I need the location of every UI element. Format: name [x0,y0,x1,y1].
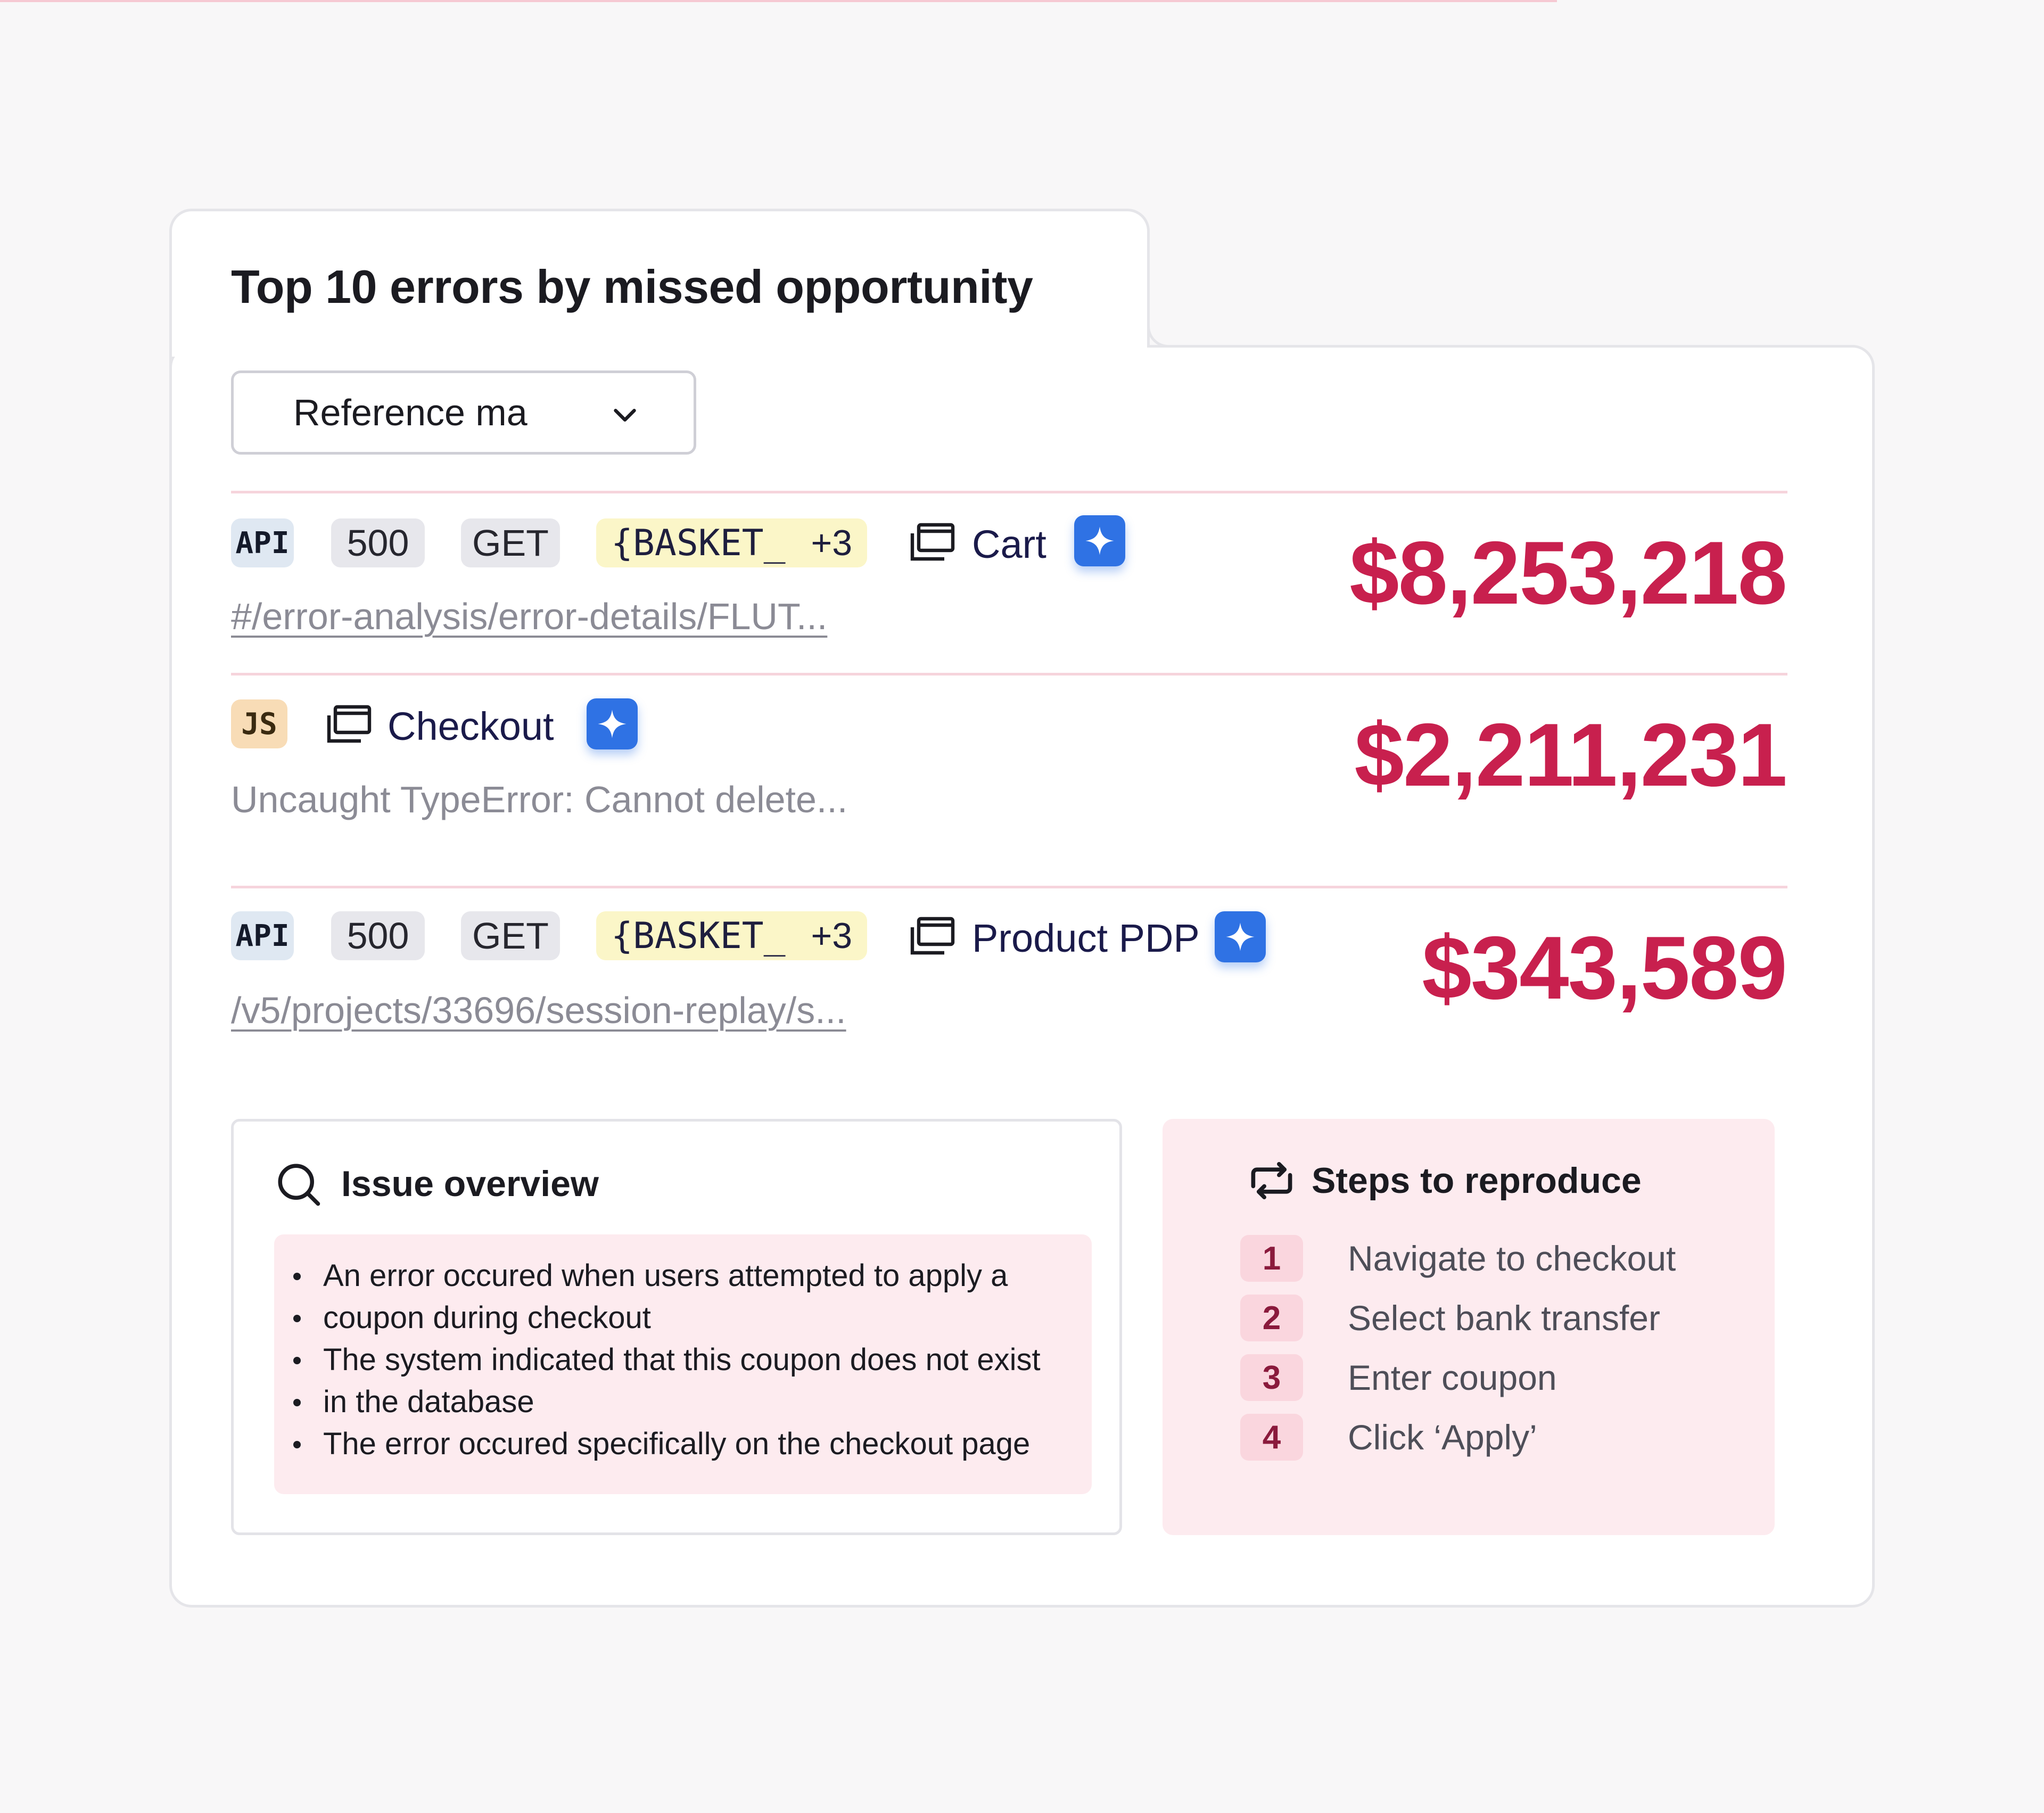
step-text: Enter coupon [1348,1358,1557,1397]
card-join [172,341,1147,357]
missed-opportunity-amount: $8,253,218 [1349,523,1787,623]
sparkle-icon [598,710,627,738]
page-window-icon [910,523,955,561]
step-item: 4 Click ‘Apply’ [1240,1414,1537,1461]
issue-bullet: An error occured when users attempted to… [293,1255,1092,1297]
issue-bullet: coupon during checkout [293,1297,1092,1339]
ai-assist-button[interactable] [587,698,638,749]
row-divider [231,491,1787,493]
tag-label: {BASKET_ [611,522,786,564]
ai-assist-button[interactable] [1074,515,1125,566]
repeat-icon [1251,1162,1292,1199]
missed-opportunity-amount: $2,211,231 [1354,705,1787,805]
steps-header: Steps to reproduce [1248,1159,1642,1202]
row-divider [231,886,1787,888]
steps-to-reproduce-panel: Steps to reproduce 1 Navigate to checkou… [1163,1119,1775,1535]
step-item: 3 Enter coupon [1240,1354,1557,1401]
js-badge: JS [231,699,287,748]
step-number: 1 [1240,1235,1303,1282]
tag-chip[interactable]: {BASKET_ +3 [596,518,868,567]
step-item: 2 Select bank transfer [1240,1295,1660,1341]
step-item: 1 Navigate to checkout [1240,1235,1676,1282]
missed-opportunity-amount: $343,589 [1422,918,1787,1018]
page-window-icon [327,705,372,743]
error-detail-link[interactable]: /v5/projects/33696/session-replay/s... [231,989,846,1032]
step-text: Select bank transfer [1348,1298,1660,1338]
page-link-product-pdp[interactable]: Product PDP [972,916,1200,961]
issue-overview-header: Issue overview [274,1160,599,1208]
step-number: 2 [1240,1295,1303,1341]
tag-more-count: +3 [811,916,853,956]
step-text: Navigate to checkout [1348,1239,1676,1278]
ai-assist-button[interactable] [1215,911,1266,962]
issue-bullet-list: An error occured when users attempted to… [293,1255,1092,1465]
status-chip[interactable]: 500 [331,518,425,567]
card-tab-curve [1147,322,1179,348]
sparkle-icon [1085,526,1114,555]
issue-bullet: The system indicated that this coupon do… [293,1339,1092,1381]
sparkle-icon [1226,922,1255,951]
method-chip[interactable]: GET [461,518,560,567]
widget-title: Top 10 errors by missed opportunity [231,260,1033,313]
step-number: 4 [1240,1414,1303,1461]
reference-dropdown[interactable]: Reference ma [231,370,696,455]
status-chip[interactable]: 500 [331,911,425,960]
step-number: 3 [1240,1354,1303,1401]
issue-overview-title: Issue overview [341,1164,599,1204]
page-link-cart[interactable]: Cart [972,522,1046,567]
page-link-checkout[interactable]: Checkout [388,704,554,749]
tag-label: {BASKET_ [611,914,786,957]
steps-title: Steps to reproduce [1312,1160,1642,1201]
tag-chip[interactable]: {BASKET_ +3 [596,911,868,960]
step-text: Click ‘Apply’ [1348,1418,1537,1457]
error-detail-link[interactable]: #/error-analysis/error-details/FLUT... [231,595,827,638]
issue-overview-panel: Issue overview An error occured when use… [231,1119,1122,1535]
method-chip[interactable]: GET [461,911,560,960]
issue-bullet: in the database [293,1381,1092,1423]
issue-summary-box: An error occured when users attempted to… [274,1234,1092,1494]
top-accent-line [0,0,1557,2]
search-icon [278,1164,320,1206]
chevron-down-icon [614,409,636,422]
api-badge: API [231,911,294,960]
api-badge: API [231,518,294,567]
error-message: Uncaught TypeError: Cannot delete... [231,779,848,820]
tag-more-count: +3 [811,523,853,563]
page-window-icon [910,917,955,955]
dropdown-selected-value: Reference ma [293,392,528,433]
row-divider [231,673,1787,675]
issue-bullet: The error occured specifically on the ch… [293,1423,1092,1465]
